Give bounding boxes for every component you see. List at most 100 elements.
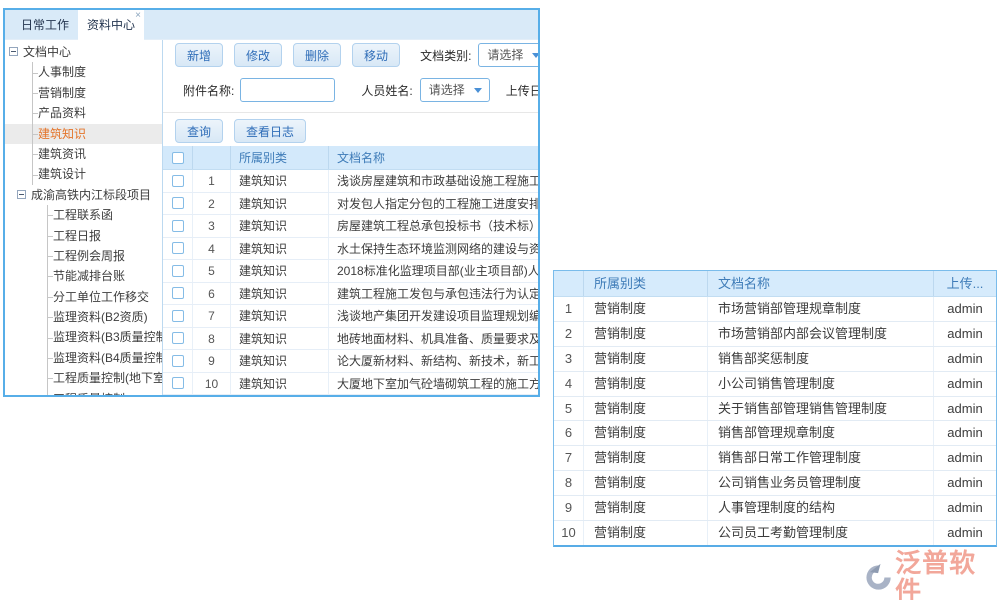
attachment-name-input[interactable] bbox=[240, 78, 335, 102]
table-row[interactable]: 6 建筑知识 建筑工程施工发包与承包违法行为认定... bbox=[163, 283, 538, 306]
row-doc-name: 大厦地下室加气砼墙砌筑工程的施工方... bbox=[329, 373, 538, 395]
table-row[interactable]: 1 营销制度 市场营销部管理规章制度 admin bbox=[554, 297, 996, 322]
tree-item[interactable]: 建筑资讯 bbox=[5, 144, 162, 164]
chevron-down-icon bbox=[474, 88, 482, 93]
tree-item-label: 工程日报 bbox=[53, 229, 101, 243]
tab-data-center[interactable]: 资料中心 × bbox=[78, 10, 144, 40]
checkbox-cell bbox=[163, 170, 193, 192]
tree-item[interactable]: 监理资料(B4质量控制) bbox=[5, 348, 162, 368]
tree-branch-line bbox=[47, 389, 48, 395]
checkbox-cell bbox=[163, 305, 193, 327]
row-checkbox[interactable] bbox=[172, 287, 184, 299]
table-row[interactable]: 5 建筑知识 2018标准化监理项目部(业主项目部)人员... bbox=[163, 260, 538, 283]
row-uploader: admin bbox=[934, 372, 996, 396]
header-index-cell bbox=[193, 146, 231, 169]
row-index: 7 bbox=[193, 305, 231, 327]
tree-branch-line bbox=[47, 317, 53, 318]
row-uploader: admin bbox=[934, 347, 996, 371]
table-row[interactable]: 9 建筑知识 论大厦新材料、新结构、新技术，新工... bbox=[163, 350, 538, 373]
table-row[interactable]: 8 建筑知识 地砖地面材料、机具准备、质量要求及... bbox=[163, 328, 538, 351]
checkbox-cell bbox=[163, 350, 193, 372]
table-row[interactable]: 3 建筑知识 房屋建筑工程总承包投标书（技术标）... bbox=[163, 215, 538, 238]
row-checkbox[interactable] bbox=[172, 265, 184, 277]
tree-item-label: 监理资料(B3质量控制) bbox=[53, 330, 163, 344]
row-checkbox[interactable] bbox=[172, 220, 184, 232]
tree-item[interactable]: 产品资料 bbox=[5, 103, 162, 123]
document-tree: 文档中心 人事制度 营销制度 bbox=[5, 40, 163, 395]
column-category: 所属别类 bbox=[584, 271, 708, 296]
tree-item[interactable]: 工程例会周报 bbox=[5, 246, 162, 266]
table-row[interactable]: 5 营销制度 关于销售部管理销售管理制度 admin bbox=[554, 397, 996, 422]
table-row[interactable]: 8 营销制度 公司销售业务员管理制度 admin bbox=[554, 471, 996, 496]
fanpu-logo-icon bbox=[864, 562, 893, 592]
tree-item[interactable]: 建筑设计 bbox=[5, 164, 162, 184]
table-body: 1 营销制度 市场营销部管理规章制度 admin 2 营销制度 市场营销部内部会… bbox=[554, 297, 996, 546]
documents-table: 所属别类 文档名称 1 建筑知识 浅谈房屋建筑和市政基础设施工程施工... bbox=[163, 146, 538, 395]
row-checkbox[interactable] bbox=[172, 355, 184, 367]
row-doc-name: 2018标准化监理项目部(业主项目部)人员... bbox=[329, 260, 538, 282]
toolbar-button[interactable]: 删除 bbox=[293, 43, 341, 67]
row-checkbox[interactable] bbox=[172, 175, 184, 187]
table-row[interactable]: 2 营销制度 市场营销部内部会议管理制度 admin bbox=[554, 322, 996, 347]
row-checkbox[interactable] bbox=[172, 242, 184, 254]
row-checkbox[interactable] bbox=[172, 332, 184, 344]
tree-item[interactable]: 监理资料(B2资质) bbox=[5, 307, 162, 327]
tree-item[interactable]: 营销制度 bbox=[5, 83, 162, 103]
tree-branch-line bbox=[47, 276, 53, 277]
toolbar-button[interactable]: 新增 bbox=[175, 43, 223, 67]
person-name-select[interactable]: 请选择 bbox=[420, 78, 490, 102]
tree-item[interactable]: 文档中心 bbox=[5, 42, 162, 62]
doc-type-select[interactable]: 请选择 bbox=[478, 43, 538, 67]
row-index: 10 bbox=[554, 521, 584, 545]
tree-item-label: 人事制度 bbox=[38, 65, 86, 79]
table-row[interactable]: 4 建筑知识 水土保持生态环境监测网络的建设与资... bbox=[163, 238, 538, 261]
tree-item[interactable]: 工程质量控制 bbox=[5, 389, 162, 395]
table-row[interactable]: 4 营销制度 小公司销售管理制度 admin bbox=[554, 372, 996, 397]
tree-item[interactable]: 工程联系函 bbox=[5, 205, 162, 225]
table-row[interactable]: 6 营销制度 销售部管理规章制度 admin bbox=[554, 421, 996, 446]
row-doc-name: 论大厦新材料、新结构、新技术，新工... bbox=[329, 350, 538, 372]
tree-branch-line bbox=[47, 215, 53, 216]
collapse-icon[interactable] bbox=[9, 47, 18, 56]
table-row[interactable]: 3 营销制度 销售部奖惩制度 admin bbox=[554, 347, 996, 372]
row-category: 建筑知识 bbox=[231, 328, 329, 350]
collapse-icon[interactable] bbox=[17, 190, 26, 199]
row-uploader: admin bbox=[934, 496, 996, 520]
tree-item[interactable]: 工程日报 bbox=[5, 226, 162, 246]
tree-item[interactable]: 成渝高铁内江标段项目 bbox=[5, 185, 162, 205]
toolbar-button[interactable]: 修改 bbox=[234, 43, 282, 67]
table-row[interactable]: 7 建筑知识 浅谈地产集团开发建设项目监理规划编... bbox=[163, 305, 538, 328]
tree-item[interactable]: 工程质量控制(地下室) bbox=[5, 368, 162, 388]
doc-type-value: 请选择 bbox=[487, 48, 523, 62]
row-doc-name: 建筑工程施工发包与承包违法行为认定... bbox=[329, 283, 538, 305]
tree-branch-line bbox=[47, 256, 53, 257]
row-checkbox[interactable] bbox=[172, 310, 184, 322]
row-category: 建筑知识 bbox=[231, 350, 329, 372]
tree-item[interactable]: 监理资料(B3质量控制) bbox=[5, 327, 162, 347]
select-all-checkbox[interactable] bbox=[172, 152, 184, 164]
upload-date-label: 上传日期 bbox=[506, 82, 538, 99]
tree-item[interactable]: 建筑知识 bbox=[5, 124, 162, 144]
toolbar-button[interactable]: 移动 bbox=[352, 43, 400, 67]
row-index: 2 bbox=[554, 322, 584, 346]
tab-daily-work[interactable]: 日常工作 bbox=[12, 10, 78, 40]
row-checkbox[interactable] bbox=[172, 197, 184, 209]
row-index: 8 bbox=[554, 471, 584, 495]
tree-item-label: 文档中心 bbox=[23, 45, 71, 59]
row-checkbox[interactable] bbox=[172, 377, 184, 389]
query-button[interactable]: 查询 bbox=[175, 119, 223, 143]
view-log-button[interactable]: 查看日志 bbox=[234, 119, 306, 143]
row-category: 营销制度 bbox=[584, 372, 708, 396]
table-row[interactable]: 2 建筑知识 对发包人指定分包的工程施工进度安排... bbox=[163, 193, 538, 216]
tree-item[interactable]: 节能减排台账 bbox=[5, 266, 162, 286]
table-row[interactable]: 10 营销制度 公司员工考勤管理制度 admin bbox=[554, 521, 996, 546]
table-row[interactable]: 10 建筑知识 大厦地下室加气砼墙砌筑工程的施工方... bbox=[163, 373, 538, 396]
table-row[interactable]: 7 营销制度 销售部日常工作管理制度 admin bbox=[554, 446, 996, 471]
table-row[interactable]: 9 营销制度 人事管理制度的结构 admin bbox=[554, 496, 996, 521]
close-icon[interactable]: × bbox=[135, 9, 141, 23]
table-row[interactable]: 1 建筑知识 浅谈房屋建筑和市政基础设施工程施工... bbox=[163, 170, 538, 193]
tree-item[interactable]: 分工单位工作移交 bbox=[5, 287, 162, 307]
row-doc-name: 销售部日常工作管理制度 bbox=[708, 446, 934, 470]
row-index: 5 bbox=[193, 260, 231, 282]
tree-item[interactable]: 人事制度 bbox=[5, 62, 162, 82]
